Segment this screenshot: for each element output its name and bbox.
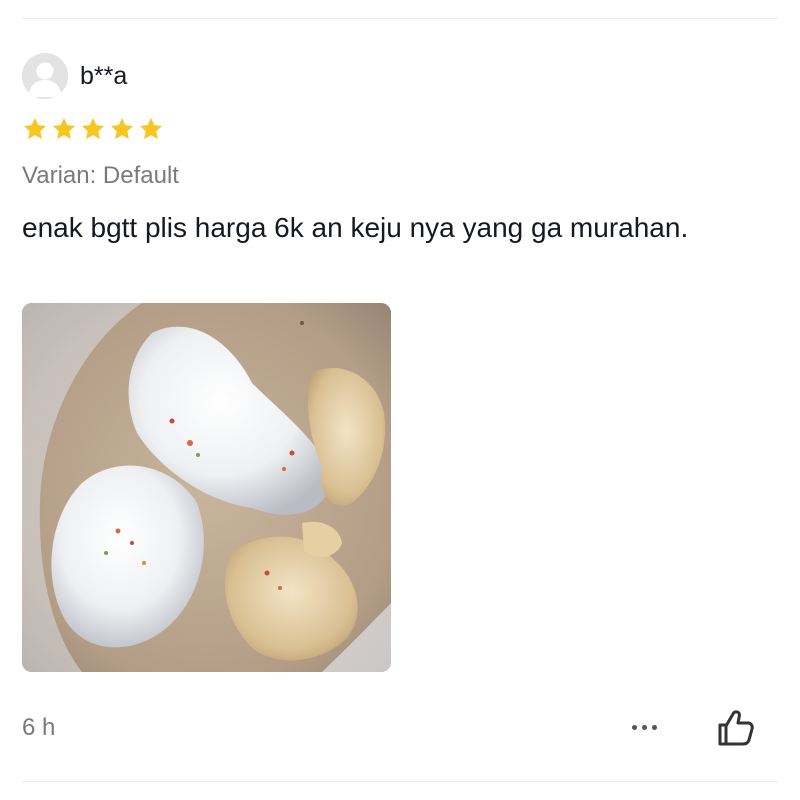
star-filled-icon bbox=[52, 117, 76, 139]
star-filled-icon bbox=[23, 117, 47, 139]
review-photo[interactable] bbox=[22, 303, 391, 672]
reviewer-username[interactable]: b**a bbox=[80, 61, 127, 91]
bottom-divider bbox=[22, 781, 778, 782]
more-horizontal-icon-dot bbox=[651, 724, 657, 730]
top-divider bbox=[22, 18, 778, 19]
more-horizontal-icon-dot bbox=[641, 724, 647, 730]
like-button[interactable] bbox=[712, 705, 758, 751]
star-filled-icon bbox=[81, 117, 105, 139]
star-filled-icon bbox=[139, 117, 163, 139]
default-avatar-icon bbox=[22, 53, 68, 99]
avatar[interactable] bbox=[22, 53, 68, 99]
thumbs-up-icon bbox=[718, 710, 754, 746]
more-horizontal-icon bbox=[631, 724, 637, 730]
more-options-button[interactable] bbox=[622, 712, 666, 742]
review-timestamp: 6 h bbox=[22, 714, 56, 741]
rating-stars bbox=[22, 116, 164, 142]
variant-label: Varian: Default bbox=[22, 162, 179, 189]
star-filled-icon bbox=[110, 117, 134, 139]
food-photo-image bbox=[22, 303, 391, 672]
review-text: enak bgtt plis harga 6k an keju nya yang… bbox=[22, 212, 689, 243]
